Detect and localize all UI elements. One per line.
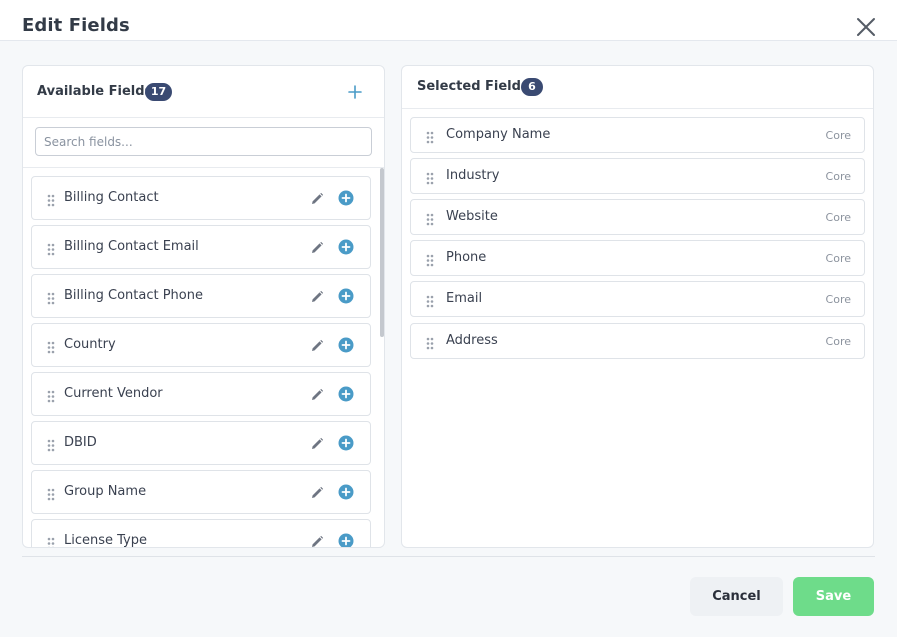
search-input[interactable] [35,127,372,156]
save-button[interactable]: Save [793,577,874,616]
pencil-icon[interactable] [310,485,324,499]
add-circle-icon[interactable] [338,288,354,304]
scrollbar-thumb[interactable] [380,168,384,337]
core-tag: Core [825,129,851,142]
drag-handle-icon[interactable] [426,129,434,144]
close-icon[interactable] [852,13,880,41]
field-label: Industry [446,168,500,183]
selected-field-item[interactable]: Address Core [410,323,865,359]
list-item[interactable]: Billing Contact Phone [31,274,371,318]
core-tag: Core [825,211,851,224]
drag-handle-icon[interactable] [47,535,55,547]
list-item[interactable]: Group Name [31,470,371,514]
selected-fields-title: Selected Fields [417,79,529,94]
available-fields-header: Available Fields 17 [23,66,384,118]
core-tag: Core [825,170,851,183]
available-fields-list[interactable]: Billing Contact Billing Contact Email Bi… [23,168,384,547]
selected-fields-header: Selected Fields 6 [402,66,873,109]
available-fields-panel: Available Fields 17 Billing Contact Bill… [22,65,385,548]
selected-count-badge: 6 [521,78,543,96]
core-tag: Core [825,335,851,348]
drag-handle-icon[interactable] [47,290,55,305]
pencil-icon[interactable] [310,387,324,401]
field-label: License Type [64,533,148,547]
field-label: Group Name [64,484,147,499]
field-label: Billing Contact [64,190,159,205]
pencil-icon[interactable] [310,534,324,547]
field-label: Country [64,337,116,352]
list-item[interactable]: Billing Contact Email [31,225,371,269]
list-item[interactable]: Current Vendor [31,372,371,416]
field-label: Current Vendor [64,386,163,401]
drag-handle-icon[interactable] [426,252,434,267]
field-label: Email [446,291,483,306]
selected-field-item[interactable]: Website Core [410,199,865,235]
drag-handle-icon[interactable] [426,170,434,185]
pencil-icon[interactable] [310,240,324,254]
cancel-button[interactable]: Cancel [690,577,783,616]
drag-handle-icon[interactable] [426,335,434,350]
list-item[interactable]: License Type [31,519,371,547]
modal-title: Edit Fields [22,15,130,36]
selected-field-item[interactable]: Company Name Core [410,117,865,153]
field-label: Billing Contact Email [64,239,199,254]
add-circle-icon[interactable] [338,239,354,255]
field-label: Website [446,209,498,224]
selected-field-item[interactable]: Phone Core [410,240,865,276]
drag-handle-icon[interactable] [47,486,55,501]
add-circle-icon[interactable] [338,190,354,206]
field-label: Phone [446,250,487,265]
pencil-icon[interactable] [310,436,324,450]
add-circle-icon[interactable] [338,386,354,402]
drag-handle-icon[interactable] [47,192,55,207]
add-circle-icon[interactable] [338,484,354,500]
field-label: DBID [64,435,97,450]
drag-handle-icon[interactable] [47,241,55,256]
selected-field-item[interactable]: Email Core [410,281,865,317]
pencil-icon[interactable] [310,191,324,205]
selected-field-item[interactable]: Industry Core [410,158,865,194]
add-circle-icon[interactable] [338,533,354,547]
field-label: Company Name [446,127,551,142]
available-fields-title: Available Fields [37,84,153,99]
list-item[interactable]: Billing Contact [31,176,371,220]
drag-handle-icon[interactable] [426,211,434,226]
pencil-icon[interactable] [310,338,324,352]
core-tag: Core [825,293,851,306]
selected-fields-panel: Selected Fields 6 Company Name Core Indu… [401,65,874,548]
list-item[interactable]: DBID [31,421,371,465]
footer-divider [22,556,875,557]
drag-handle-icon[interactable] [47,388,55,403]
core-tag: Core [825,252,851,265]
plus-icon[interactable] [346,83,364,101]
available-count-badge: 17 [145,83,172,101]
drag-handle-icon[interactable] [47,339,55,354]
add-circle-icon[interactable] [338,337,354,353]
list-item[interactable]: Country [31,323,371,367]
drag-handle-icon[interactable] [426,293,434,308]
add-circle-icon[interactable] [338,435,354,451]
modal-header: Edit Fields [0,0,897,41]
field-label: Address [446,333,498,348]
pencil-icon[interactable] [310,289,324,303]
field-label: Billing Contact Phone [64,288,203,303]
drag-handle-icon[interactable] [47,437,55,452]
